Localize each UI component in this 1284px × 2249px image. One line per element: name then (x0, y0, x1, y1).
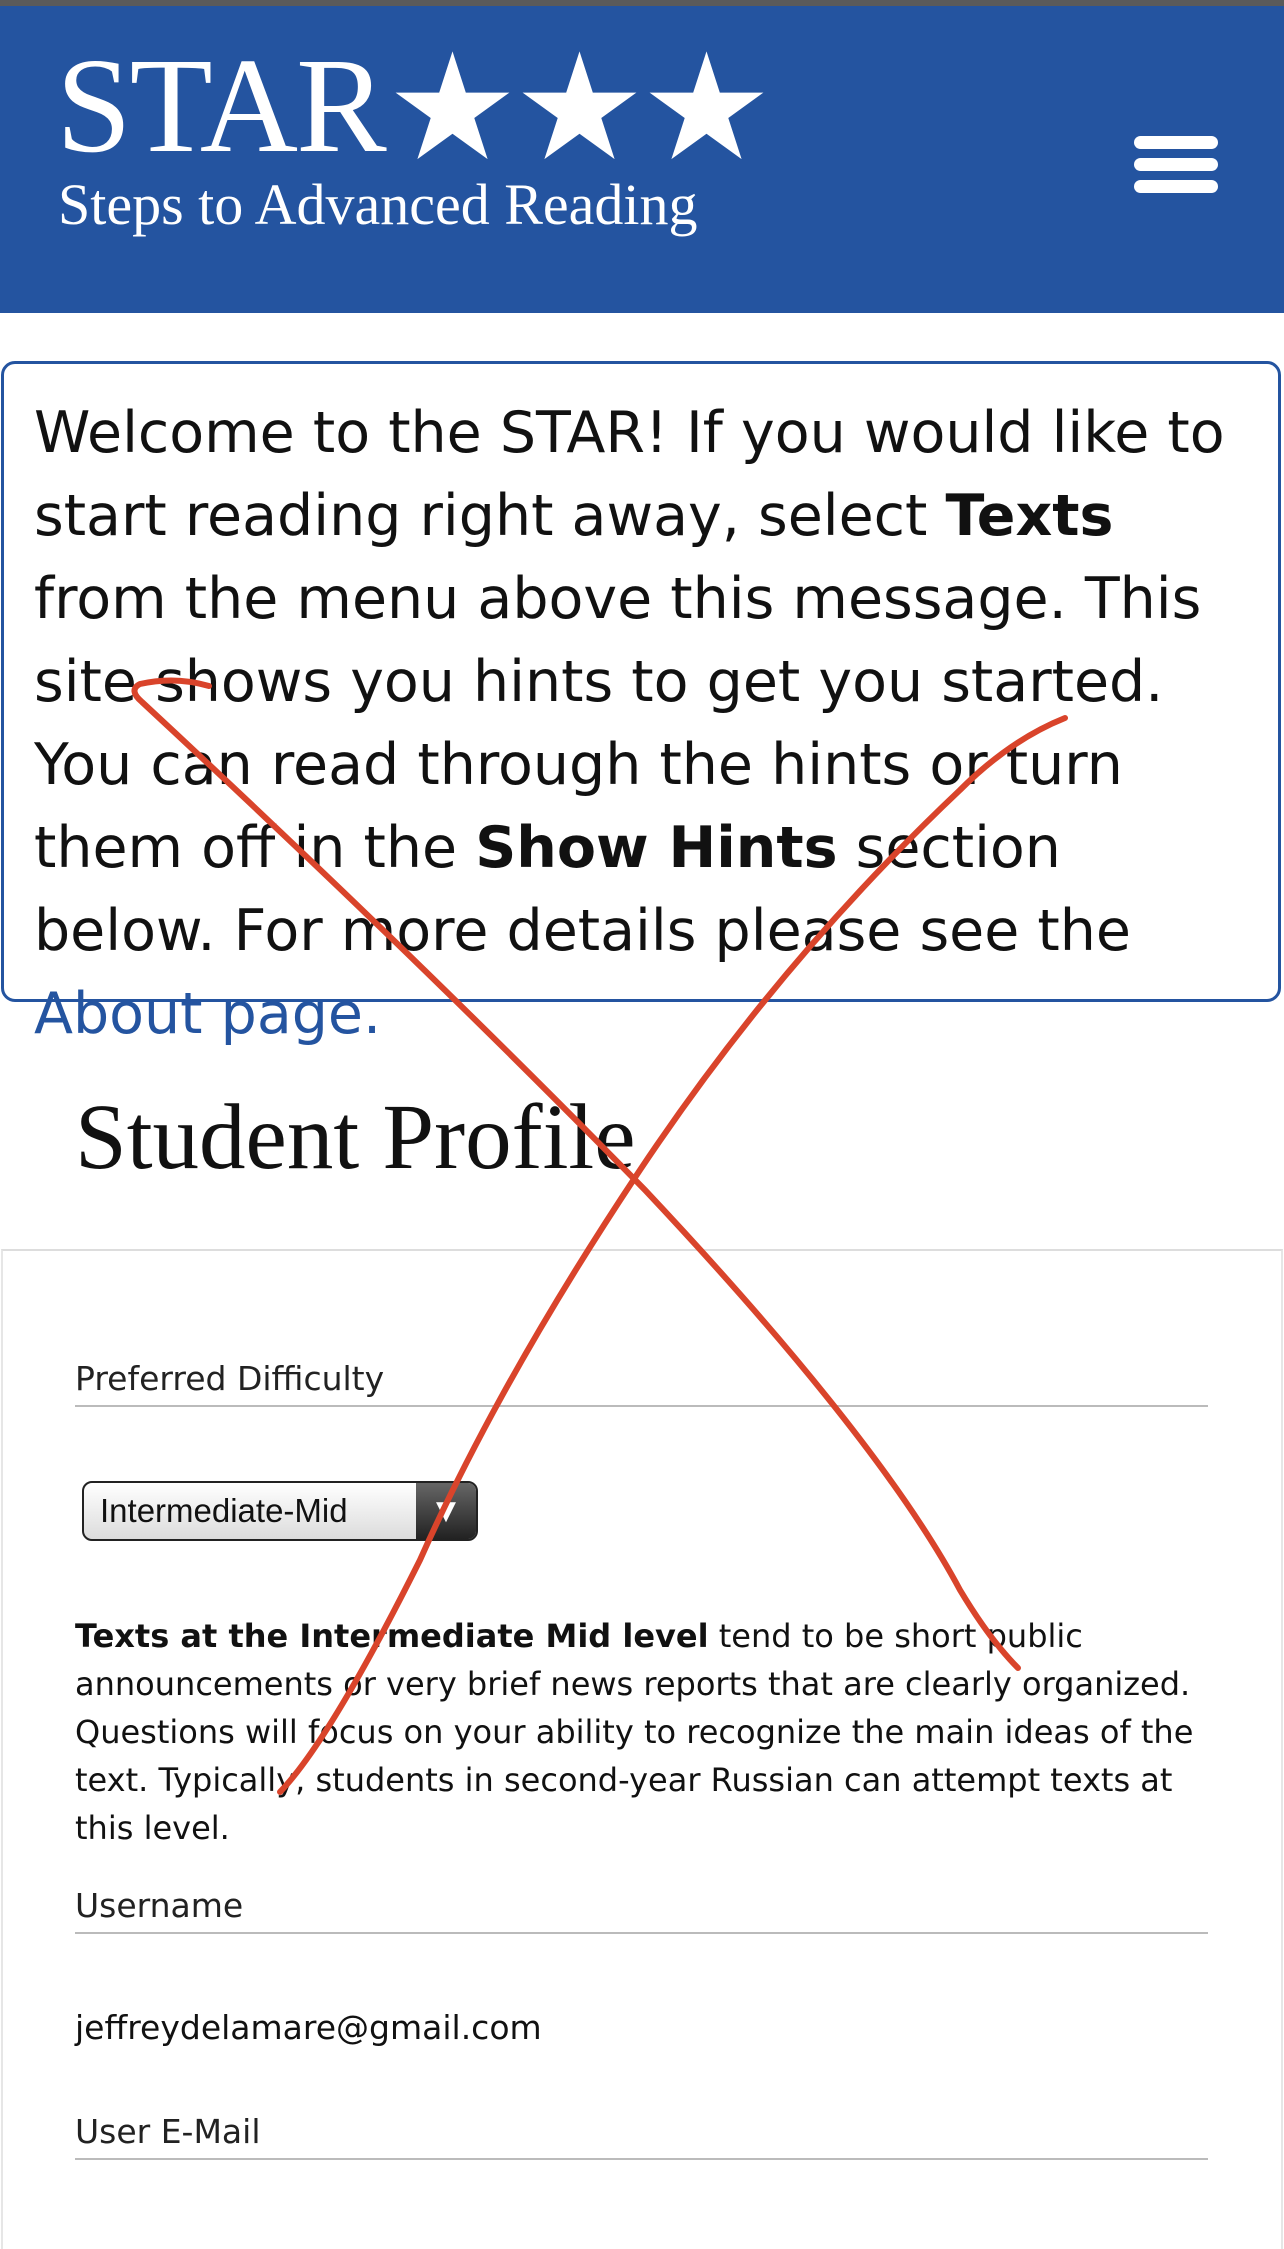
star-logo[interactable]: STAR Steps to Advanced Reading (56, 31, 770, 237)
chevron-down-icon: ▼ (416, 1483, 476, 1539)
welcome-message: Welcome to the STAR! If you would like t… (1, 361, 1281, 1047)
about-page-link[interactable]: About page. (34, 981, 381, 1047)
user-email-label: User E-Mail (75, 2110, 1208, 2160)
star-icon (395, 51, 510, 160)
logo-stars (389, 49, 770, 164)
preferred-difficulty-label: Preferred Difficulty (75, 1357, 1208, 1407)
difficulty-select[interactable]: Intermediate-Mid ▼ (82, 1481, 478, 1541)
username-label: Username (75, 1884, 1208, 1934)
username-value: jeffreydelamare@gmail.com (75, 2008, 542, 2047)
site-header: STAR Steps to Advanced Reading (0, 6, 1284, 313)
welcome-show-hints-bold: Show Hints (475, 815, 838, 881)
page-title: Student Profile (75, 1086, 636, 1189)
logo-tagline: Steps to Advanced Reading (58, 172, 698, 237)
difficulty-description-bold: Texts at the Intermediate Mid level (75, 1617, 709, 1655)
difficulty-selected-value: Intermediate-Mid (100, 1492, 348, 1529)
hamburger-menu-icon[interactable] (1120, 126, 1218, 200)
star-icon (649, 51, 764, 160)
welcome-texts-bold: Texts (945, 483, 1114, 549)
difficulty-description: Texts at the Intermediate Mid level tend… (75, 1612, 1215, 1852)
star-icon (522, 51, 637, 160)
logo-title: STAR (56, 31, 387, 181)
